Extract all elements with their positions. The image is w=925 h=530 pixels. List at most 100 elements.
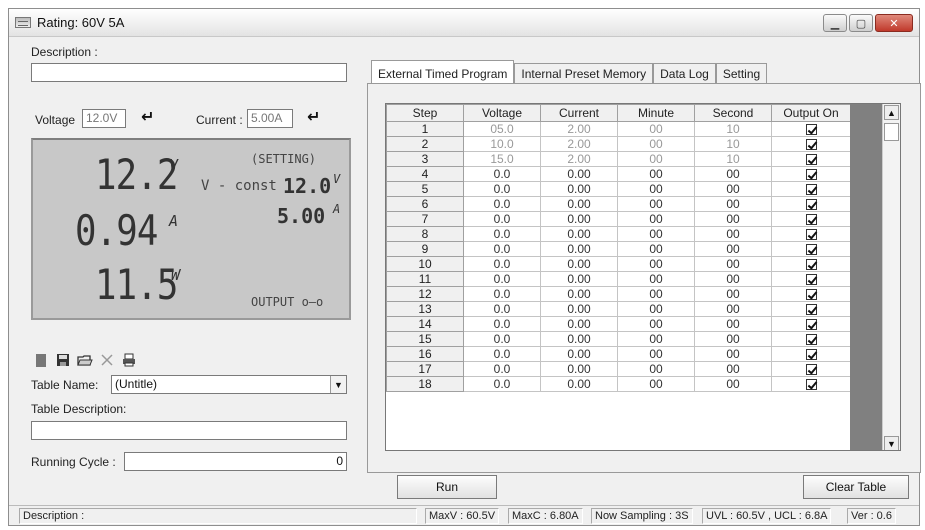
cell-current[interactable]: 0.00 xyxy=(540,316,618,332)
table-row[interactable]: 18 0.0 0.00 00 00 xyxy=(386,376,851,392)
cell-current[interactable]: 0.00 xyxy=(540,226,618,242)
open-icon[interactable] xyxy=(77,352,93,368)
table-row[interactable]: 16 0.0 0.00 00 00 xyxy=(386,346,851,362)
column-header-step[interactable]: Step xyxy=(386,104,464,122)
enter-voltage-icon[interactable]: ↵ xyxy=(141,107,154,127)
cell-second[interactable]: 10 xyxy=(694,151,772,167)
table-row[interactable]: 6 0.0 0.00 00 00 xyxy=(386,196,851,212)
cell-voltage[interactable]: 0.0 xyxy=(463,286,541,302)
output-on-checkbox[interactable] xyxy=(805,243,817,255)
cell-minute[interactable]: 00 xyxy=(617,286,695,302)
cell-minute[interactable]: 00 xyxy=(617,136,695,152)
cell-minute[interactable]: 00 xyxy=(617,331,695,347)
cell-voltage[interactable]: 0.0 xyxy=(463,241,541,257)
cell-voltage[interactable]: 05.0 xyxy=(463,121,541,137)
cell-voltage[interactable]: 0.0 xyxy=(463,316,541,332)
description-input[interactable] xyxy=(31,63,347,82)
output-on-checkbox[interactable] xyxy=(805,273,817,285)
cell-minute[interactable]: 00 xyxy=(617,346,695,362)
cell-current[interactable]: 0.00 xyxy=(540,331,618,347)
cell-current[interactable]: 2.00 xyxy=(540,151,618,167)
cell-voltage[interactable]: 0.0 xyxy=(463,166,541,182)
maximize-button[interactable]: ▢ xyxy=(849,14,873,32)
cell-voltage[interactable]: 0.0 xyxy=(463,226,541,242)
output-on-checkbox[interactable] xyxy=(805,138,817,150)
cell-minute[interactable]: 00 xyxy=(617,181,695,197)
cell-second[interactable]: 00 xyxy=(694,166,772,182)
current-input[interactable]: 5.00A xyxy=(247,109,293,128)
column-header-second[interactable]: Second xyxy=(694,104,772,122)
cell-current[interactable]: 0.00 xyxy=(540,346,618,362)
cell-second[interactable]: 00 xyxy=(694,316,772,332)
output-on-checkbox[interactable] xyxy=(805,333,817,345)
table-row[interactable]: 5 0.0 0.00 00 00 xyxy=(386,181,851,197)
cell-minute[interactable]: 00 xyxy=(617,121,695,137)
scroll-up-icon[interactable]: ▲ xyxy=(884,105,899,120)
output-on-checkbox[interactable] xyxy=(805,153,817,165)
output-on-checkbox[interactable] xyxy=(805,318,817,330)
cell-current[interactable]: 0.00 xyxy=(540,211,618,227)
cell-minute[interactable]: 00 xyxy=(617,151,695,167)
cell-voltage[interactable]: 0.0 xyxy=(463,301,541,317)
output-on-checkbox[interactable] xyxy=(805,363,817,375)
print-icon[interactable] xyxy=(121,352,137,368)
output-on-checkbox[interactable] xyxy=(805,213,817,225)
cell-current[interactable]: 0.00 xyxy=(540,181,618,197)
table-row[interactable]: 8 0.0 0.00 00 00 xyxy=(386,226,851,242)
output-on-checkbox[interactable] xyxy=(805,183,817,195)
cell-minute[interactable]: 00 xyxy=(617,226,695,242)
cell-current[interactable]: 0.00 xyxy=(540,301,618,317)
delete-icon[interactable] xyxy=(99,352,115,368)
cell-current[interactable]: 2.00 xyxy=(540,136,618,152)
chevron-down-icon[interactable]: ▼ xyxy=(330,376,346,393)
output-on-checkbox[interactable] xyxy=(805,303,817,315)
output-on-checkbox[interactable] xyxy=(805,123,817,135)
cell-second[interactable]: 00 xyxy=(694,241,772,257)
table-vertical-scrollbar[interactable]: ▲ ▼ xyxy=(882,104,900,450)
output-on-checkbox[interactable] xyxy=(805,288,817,300)
cell-voltage[interactable]: 0.0 xyxy=(463,211,541,227)
cell-second[interactable]: 00 xyxy=(694,271,772,287)
clear-table-button[interactable]: Clear Table xyxy=(803,475,909,499)
output-on-checkbox[interactable] xyxy=(805,348,817,360)
cell-current[interactable]: 0.00 xyxy=(540,241,618,257)
tab-internal-preset-memory[interactable]: Internal Preset Memory xyxy=(514,63,654,83)
cell-voltage[interactable]: 0.0 xyxy=(463,196,541,212)
cell-second[interactable]: 00 xyxy=(694,226,772,242)
cell-second[interactable]: 00 xyxy=(694,211,772,227)
table-row[interactable]: 7 0.0 0.00 00 00 xyxy=(386,211,851,227)
running-cycle-input[interactable]: 0 xyxy=(124,452,347,471)
save-icon[interactable] xyxy=(55,352,71,368)
cell-second[interactable]: 00 xyxy=(694,376,772,392)
cell-minute[interactable]: 00 xyxy=(617,316,695,332)
cell-minute[interactable]: 00 xyxy=(617,376,695,392)
tab-setting[interactable]: Setting xyxy=(715,63,768,83)
title-bar[interactable]: Rating: 60V 5A ▁ ▢ ✕ xyxy=(9,9,919,37)
cell-current[interactable]: 0.00 xyxy=(540,256,618,272)
cell-minute[interactable]: 00 xyxy=(617,256,695,272)
new-icon[interactable] xyxy=(33,352,49,368)
scroll-thumb[interactable] xyxy=(884,123,899,141)
cell-voltage[interactable]: 0.0 xyxy=(463,376,541,392)
table-row[interactable]: 13 0.0 0.00 00 00 xyxy=(386,301,851,317)
cell-voltage[interactable]: 10.0 xyxy=(463,136,541,152)
column-header-output-on[interactable]: Output On xyxy=(771,104,851,122)
cell-current[interactable]: 0.00 xyxy=(540,196,618,212)
cell-minute[interactable]: 00 xyxy=(617,211,695,227)
table-row[interactable]: 12 0.0 0.00 00 00 xyxy=(386,286,851,302)
output-on-checkbox[interactable] xyxy=(805,228,817,240)
cell-voltage[interactable]: 15.0 xyxy=(463,151,541,167)
tab-data-log[interactable]: Data Log xyxy=(653,63,716,83)
output-on-checkbox[interactable] xyxy=(805,198,817,210)
cell-second[interactable]: 00 xyxy=(694,196,772,212)
cell-second[interactable]: 00 xyxy=(694,256,772,272)
cell-voltage[interactable]: 0.0 xyxy=(463,271,541,287)
column-header-current[interactable]: Current xyxy=(540,104,618,122)
tab-external-timed-program[interactable]: External Timed Program xyxy=(371,60,515,83)
program-table[interactable]: Step Voltage Current Minute Second Outpu… xyxy=(385,103,901,451)
cell-second[interactable]: 00 xyxy=(694,361,772,377)
cell-minute[interactable]: 00 xyxy=(617,196,695,212)
output-on-checkbox[interactable] xyxy=(805,378,817,390)
cell-second[interactable]: 10 xyxy=(694,121,772,137)
cell-voltage[interactable]: 0.0 xyxy=(463,361,541,377)
